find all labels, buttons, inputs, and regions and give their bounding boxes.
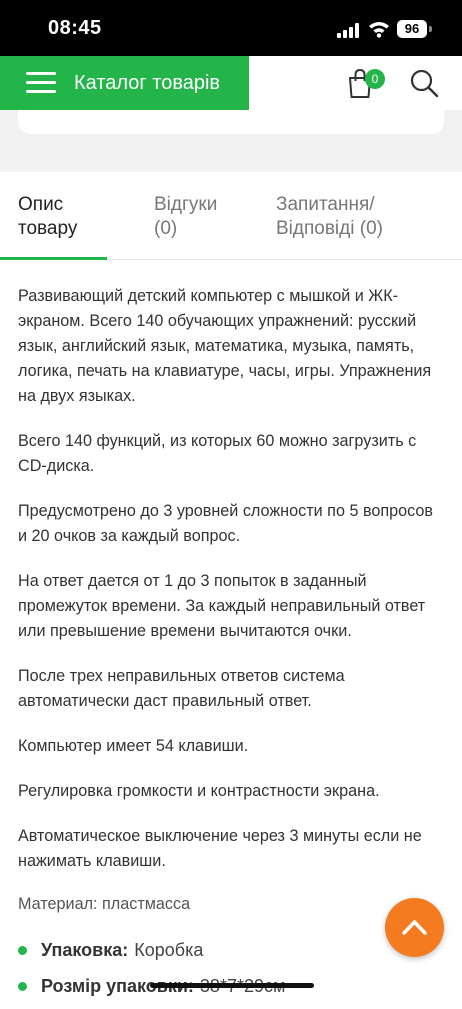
catalog-label: Каталог товарів (74, 71, 221, 94)
search-icon[interactable] (409, 68, 439, 98)
scroll-to-top-button[interactable] (385, 898, 444, 957)
description-paragraph: После трех неправильных ответов система … (18, 667, 345, 710)
spec-row-packaging: Упаковка: Коробка (18, 937, 446, 963)
spec-value: Коробка (134, 940, 204, 960)
battery-tip (429, 26, 432, 32)
tab-description[interactable]: Опис товару (18, 193, 77, 241)
tab-reviews[interactable]: Відгуки (0) (154, 193, 217, 241)
cart-count-badge: 0 (365, 69, 385, 89)
tab-questions-line1: Запитання/ (276, 194, 375, 215)
product-tabs: Опис товару Відгуки (0) Запитання/ Відпо… (0, 172, 462, 260)
cart-button[interactable]: 0 (346, 66, 385, 100)
description-paragraph: На ответ дается от 1 до 3 попыток в зада… (18, 572, 426, 640)
catalog-button[interactable]: Каталог товарів (0, 56, 249, 110)
active-tab-indicator (0, 257, 107, 260)
description-paragraph: Компьютер имеет 54 клавиши. (18, 737, 249, 755)
tab-questions[interactable]: Запитання/ Відповіді (0) (276, 193, 383, 241)
spec-key: Упаковка: (41, 940, 129, 960)
bullet-icon (18, 945, 27, 955)
bullet-icon (18, 981, 27, 991)
status-bar: 08:45 96 (0, 0, 462, 56)
product-description: Развивающий детский компьютер с мышкой и… (18, 284, 446, 1009)
tab-reviews-line2: (0) (154, 218, 178, 239)
home-indicator[interactable] (150, 983, 314, 988)
product-section-background (0, 110, 462, 172)
status-time: 08:45 (48, 17, 102, 39)
material-text: Материал: пластмасса (18, 895, 191, 913)
cellular-signal-icon (337, 22, 361, 38)
description-paragraph: Автоматическое выключение через 3 минуты… (18, 827, 422, 870)
product-card-bottom (18, 110, 444, 134)
description-paragraph: Развивающий детский компьютер с мышкой и… (18, 287, 432, 405)
description-paragraph: Всего 140 функций, из которых 60 можно з… (18, 432, 417, 475)
site-header: Каталог товарів 0 (0, 56, 462, 110)
tab-description-line2: товару (18, 218, 78, 239)
tab-questions-line2: Відповіді (0) (276, 218, 383, 239)
tab-description-line1: Опис (18, 194, 64, 215)
description-paragraph: Предусмотрено до 3 уровней сложности по … (18, 502, 434, 545)
battery-icon: 96 (397, 20, 427, 38)
chevron-up-icon (402, 920, 427, 935)
wifi-icon (369, 22, 389, 38)
description-paragraph: Регулировка громкости и контрастности эк… (18, 782, 380, 800)
hamburger-menu-icon (26, 72, 56, 94)
tab-reviews-line1: Відгуки (154, 194, 218, 215)
